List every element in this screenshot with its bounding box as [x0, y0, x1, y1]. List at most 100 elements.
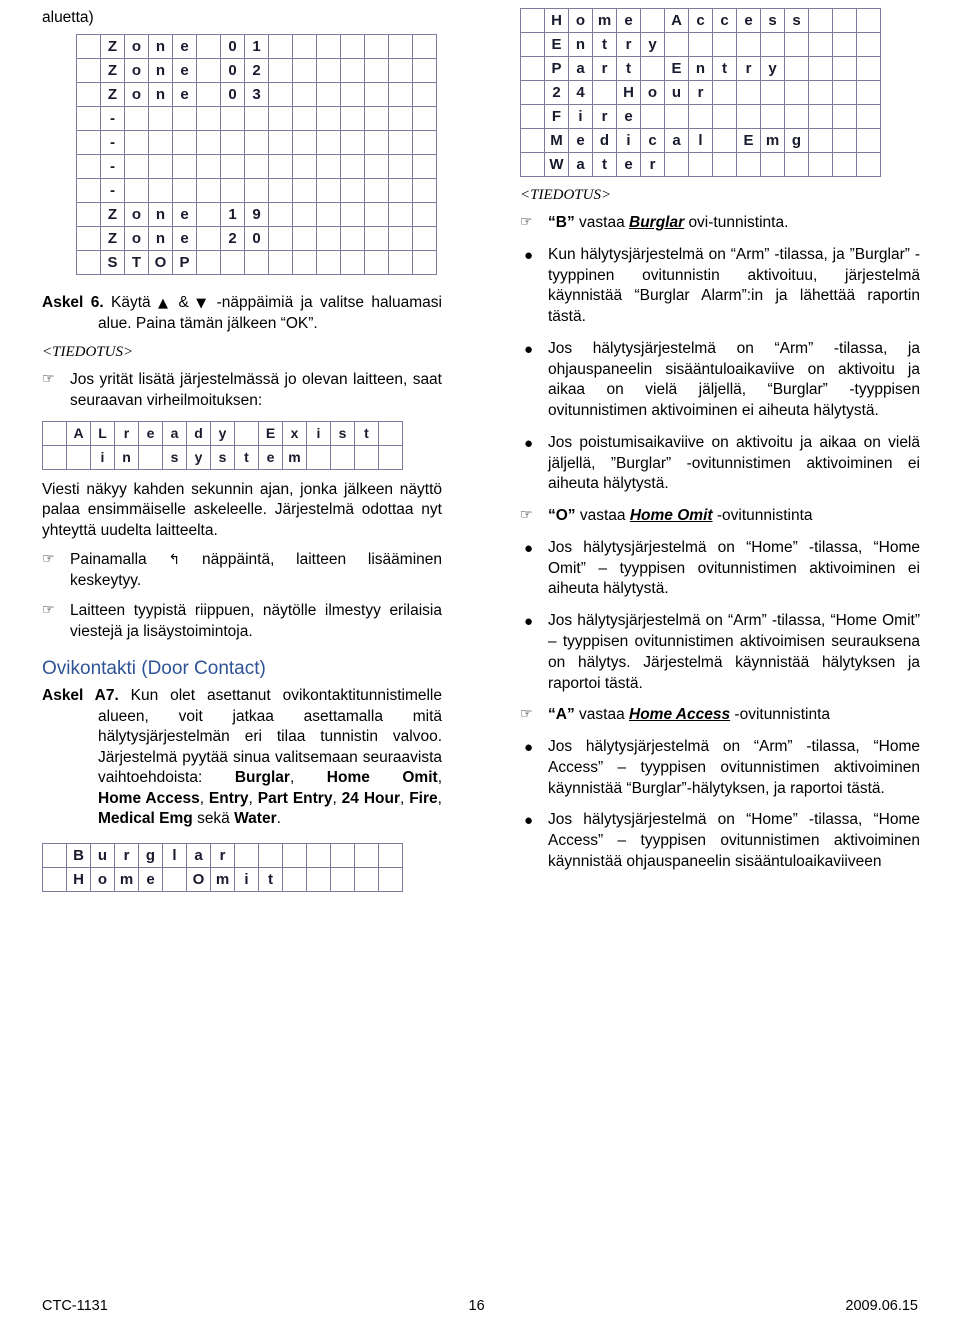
lcd-cell — [832, 56, 857, 81]
sep-1: , — [289, 769, 327, 787]
bullet-icon: ● — [524, 340, 534, 358]
option-burglar: Burglar — [234, 769, 290, 787]
lcd-cell — [124, 154, 149, 180]
lcd-cell: e — [172, 226, 197, 252]
lcd-row: Water — [520, 152, 881, 177]
lcd-cell: e — [568, 128, 593, 153]
lcd-cell — [268, 58, 293, 84]
lcd-cell — [664, 32, 689, 57]
lcd-cell: s — [210, 444, 235, 470]
lcd-cell: u — [664, 80, 689, 105]
lcd-cell: n — [568, 32, 593, 57]
lcd-cell — [234, 843, 259, 869]
lcd-cell: e — [172, 58, 197, 84]
lcd-cell — [736, 104, 761, 129]
hand-pointer-icon: ☞ — [42, 601, 55, 618]
lcd-cell — [244, 250, 269, 276]
lcd-cell — [76, 154, 101, 180]
lcd-cell — [520, 8, 545, 33]
lcd-cell — [268, 202, 293, 228]
note-cancel-text-before: Painamalla — [70, 551, 147, 569]
zone-list-display: Zone 01 Zone 02 Zone 03 - - - - Zone 19 … — [76, 34, 437, 276]
lcd-cell: 9 — [244, 202, 269, 228]
lcd-cell: r — [688, 80, 713, 105]
lcd-cell — [856, 80, 881, 105]
step-a7-tail: sekä — [197, 810, 230, 828]
lcd-cell — [234, 420, 259, 446]
bullet-burglar-3-text: Jos poistumisaikaviive on aktivoitu ja a… — [548, 433, 920, 493]
lcd-cell — [196, 106, 221, 132]
lcd-cell: Z — [100, 202, 125, 228]
lcd-cell — [330, 843, 355, 869]
lcd-cell — [76, 226, 101, 252]
lcd-cell — [340, 34, 365, 60]
lcd-cell — [364, 178, 389, 204]
lcd-cell — [664, 104, 689, 129]
bullet-icon: ● — [524, 434, 534, 452]
lcd-cell — [244, 178, 269, 204]
lcd-cell — [592, 80, 617, 105]
lcd-cell — [292, 130, 317, 156]
lcd-row: Burglar — [42, 843, 403, 869]
alarm-type-options-display-wrap: Home Access Entry Part Entry 24 Hour Fir… — [520, 8, 920, 177]
lcd-cell — [784, 32, 809, 57]
lcd-cell — [330, 867, 355, 893]
lcd-cell — [388, 34, 413, 60]
lcd-cell: E — [258, 420, 283, 446]
lcd-cell — [808, 152, 833, 177]
lcd-cell — [364, 82, 389, 108]
lcd-cell — [378, 444, 403, 470]
note-b-burglar: ☞ “B” vastaa Burglar ovi-tunnistinta. — [520, 213, 920, 234]
lcd-cell — [196, 58, 221, 84]
lcd-cell — [856, 104, 881, 129]
lcd-cell: g — [138, 843, 163, 869]
lcd-cell — [258, 843, 283, 869]
lcd-cell — [340, 202, 365, 228]
note-device-messages-text: Laitteen tyypistä riippuen, näytölle ilm… — [70, 601, 442, 640]
lcd-cell — [292, 178, 317, 204]
burglar-display-wrap: Burglar Home Omit — [42, 843, 442, 893]
lcd-cell: e — [616, 8, 641, 33]
lcd-cell — [388, 202, 413, 228]
right-column: Home Access Entry Part Entry 24 Hour Fir… — [520, 8, 920, 884]
lcd-cell — [172, 130, 197, 156]
lcd-cell — [196, 202, 221, 228]
lcd-cell — [388, 250, 413, 276]
lcd-cell — [808, 8, 833, 33]
lcd-cell: H — [66, 867, 91, 893]
lcd-cell — [388, 226, 413, 252]
bullet-burglar-1-text: Kun hälytysjärjestelmä on “Arm” -tilassa… — [548, 245, 920, 326]
lcd-cell — [808, 104, 833, 129]
lcd-cell: r — [210, 843, 235, 869]
lcd-cell — [760, 32, 785, 57]
lcd-cell — [76, 178, 101, 204]
lcd-cell: e — [172, 202, 197, 228]
lcd-cell — [292, 250, 317, 276]
lcd-cell: l — [688, 128, 713, 153]
lcd-cell — [688, 104, 713, 129]
lcd-cell — [292, 154, 317, 180]
b-answer-emphasis: Burglar — [629, 214, 685, 231]
lcd-cell: y — [210, 420, 235, 446]
lcd-row: Part Entry — [520, 56, 881, 81]
lcd-cell: t — [712, 56, 737, 81]
lcd-cell: - — [100, 154, 125, 180]
lcd-cell: e — [172, 34, 197, 60]
lcd-cell — [316, 106, 341, 132]
lcd-cell: o — [124, 34, 149, 60]
lcd-cell: e — [138, 867, 163, 893]
lcd-cell — [316, 154, 341, 180]
lcd-cell: s — [784, 8, 809, 33]
option-home-access: Home Access — [98, 789, 200, 807]
burglar-home-omit-display: Burglar Home Omit — [42, 843, 403, 893]
key-o: “O” — [548, 507, 576, 525]
note-device-messages: ☞ Laitteen tyypistä riippuen, näytölle i… — [42, 601, 442, 643]
lcd-cell — [316, 226, 341, 252]
lcd-cell: t — [592, 32, 617, 57]
lcd-row: Medical Emg — [520, 128, 881, 153]
lcd-cell: m — [592, 8, 617, 33]
lcd-cell — [196, 82, 221, 108]
lcd-cell: 0 — [244, 226, 269, 252]
zone-list-display-wrap: Zone 01 Zone 02 Zone 03 - - - - Zone 19 … — [76, 34, 442, 276]
lcd-cell — [196, 226, 221, 252]
